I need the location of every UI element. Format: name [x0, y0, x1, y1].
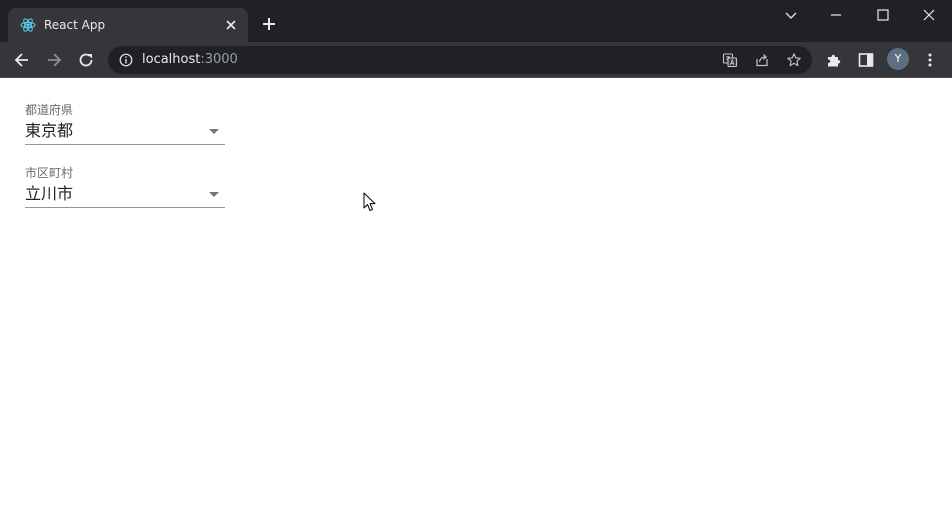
- maximize-icon[interactable]: [873, 5, 893, 25]
- tab-search-chevron-icon[interactable]: [781, 5, 801, 25]
- profile-avatar[interactable]: Y: [887, 48, 909, 70]
- back-arrow-icon[interactable]: [12, 50, 32, 70]
- browser-toolbar: localhost:3000 Y: [0, 42, 952, 78]
- city-field: 市区町村 立川市: [25, 166, 225, 208]
- new-tab-icon[interactable]: [260, 15, 278, 33]
- more-menu-icon[interactable]: [921, 51, 939, 69]
- address-bar[interactable]: localhost:3000: [108, 46, 812, 74]
- city-select[interactable]: 立川市: [25, 180, 225, 208]
- page-content: 都道府県 東京都 市区町村 立川市: [0, 78, 952, 523]
- url-text: localhost:3000: [142, 52, 238, 68]
- dropdown-arrow-icon: [209, 129, 219, 134]
- window-close-icon[interactable]: [919, 5, 939, 25]
- share-icon[interactable]: [754, 52, 770, 68]
- tab-title: React App: [44, 18, 106, 32]
- browser-titlebar: React App: [0, 0, 952, 42]
- prefecture-label: 都道府県: [25, 103, 74, 117]
- prefecture-value: 東京都: [25, 121, 74, 140]
- url-host: localhost: [142, 52, 201, 67]
- side-panel-icon[interactable]: [857, 51, 875, 69]
- minimize-icon[interactable]: [826, 5, 846, 25]
- city-value: 立川市: [25, 184, 74, 203]
- info-icon[interactable]: [119, 53, 133, 67]
- dropdown-arrow-icon: [209, 192, 219, 197]
- translate-icon[interactable]: [722, 52, 738, 68]
- forward-arrow-icon[interactable]: [44, 50, 64, 70]
- prefecture-field: 都道府県 東京都: [25, 103, 225, 145]
- reload-icon[interactable]: [76, 50, 96, 70]
- mouse-cursor-icon: [363, 192, 376, 211]
- extensions-puzzle-icon[interactable]: [825, 51, 843, 69]
- bookmark-star-icon[interactable]: [786, 52, 802, 68]
- tab-close-icon[interactable]: [222, 16, 240, 34]
- browser-tab[interactable]: React App: [8, 8, 248, 42]
- city-label: 市区町村: [25, 166, 74, 180]
- react-logo-icon: [20, 18, 36, 32]
- prefecture-select[interactable]: 東京都: [25, 117, 225, 145]
- url-port: :3000: [200, 52, 238, 67]
